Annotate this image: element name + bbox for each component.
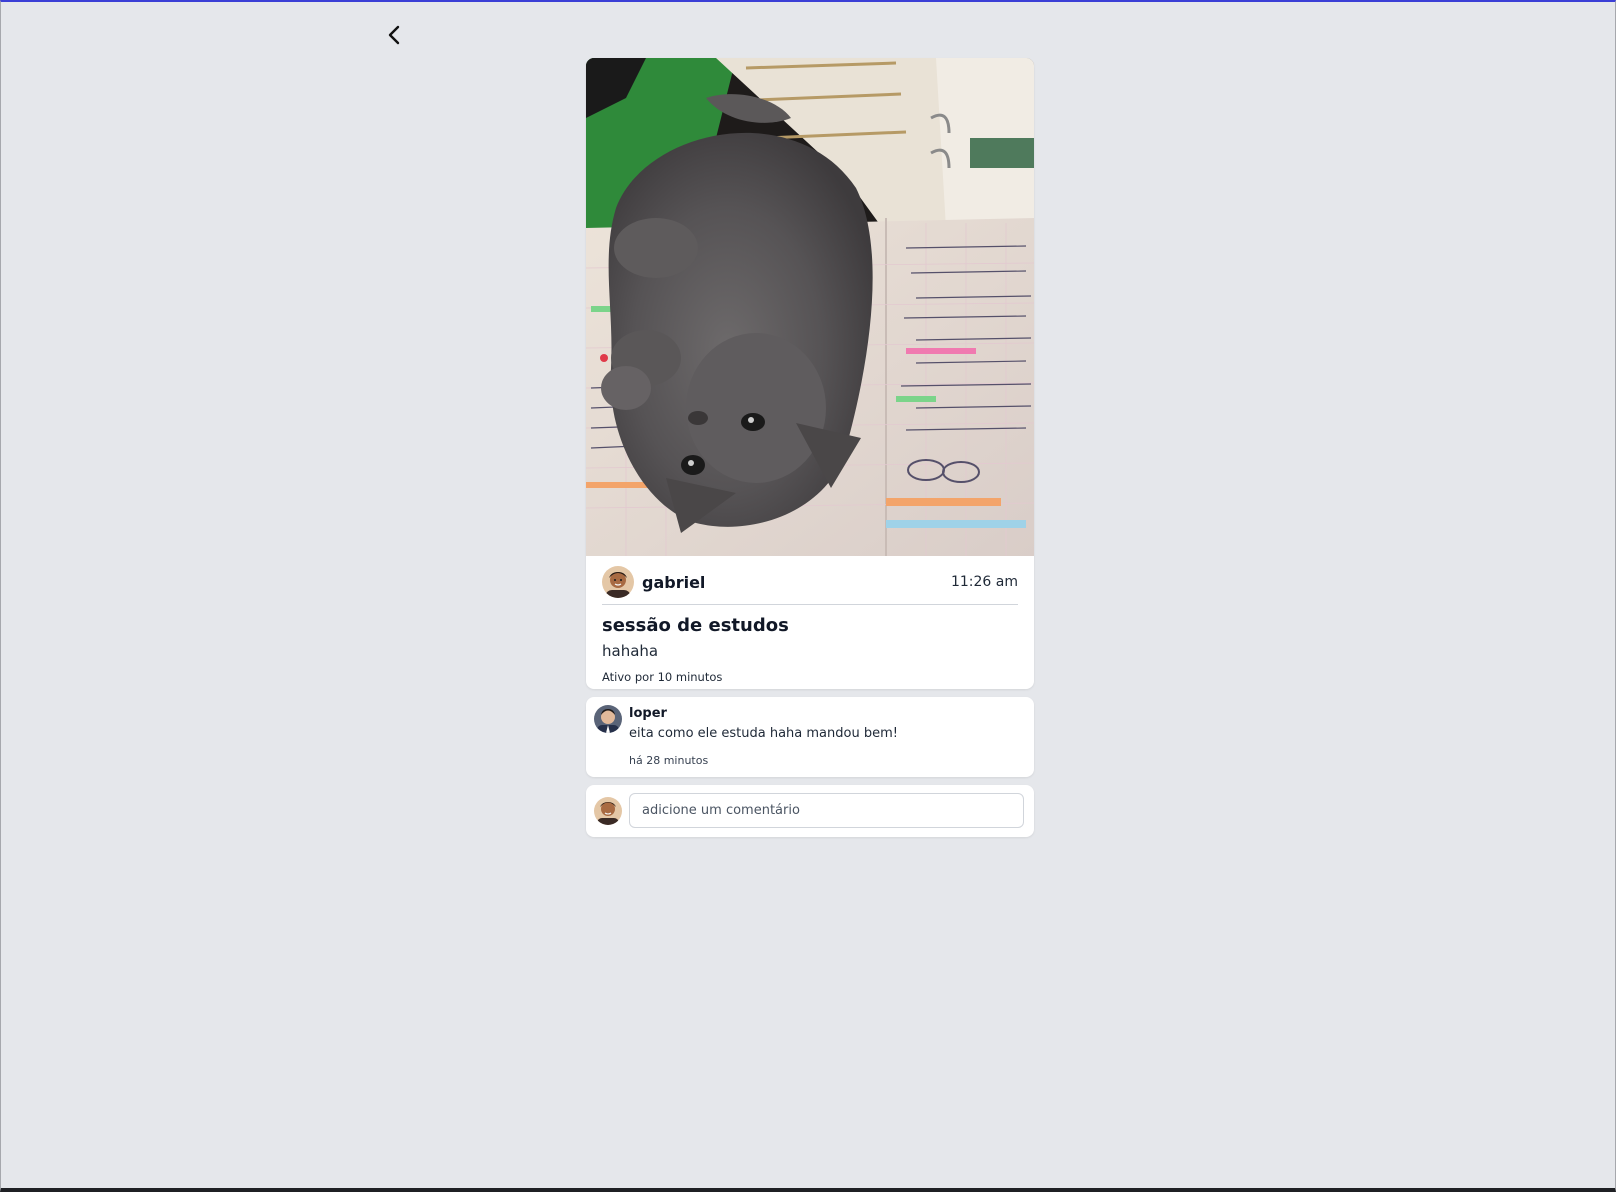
back-button[interactable] xyxy=(380,20,410,50)
comment-card: loper eita como ele estuda haha mandou b… xyxy=(586,697,1034,777)
comment-text: eita como ele estuda haha mandou bem! xyxy=(629,726,898,741)
chevron-left-icon xyxy=(388,25,400,45)
current-user-avatar xyxy=(594,797,622,825)
post-title: sessão de estudos xyxy=(602,615,789,636)
post-card: gabriel 11:26 am sessão de estudos hahah… xyxy=(586,58,1034,689)
author-name[interactable]: gabriel xyxy=(642,573,705,592)
post-author[interactable]: gabriel xyxy=(602,566,705,598)
author-avatar[interactable] xyxy=(602,566,634,598)
comment-input-card xyxy=(586,785,1034,837)
comment-author[interactable]: loper xyxy=(629,706,667,721)
post-header: gabriel 11:26 am xyxy=(602,564,1018,605)
commenter-avatar[interactable] xyxy=(594,705,622,733)
post-active-duration: Ativo por 10 minutos xyxy=(602,670,723,684)
comment-input[interactable] xyxy=(629,793,1024,828)
user-avatar-icon xyxy=(602,566,634,598)
post-time: 11:26 am xyxy=(950,574,1018,590)
comment-time: há 28 minutos xyxy=(629,754,709,767)
user-avatar-icon xyxy=(594,705,622,733)
post-photo xyxy=(586,58,1034,556)
post-description: hahaha xyxy=(602,642,659,660)
user-avatar-icon xyxy=(594,797,622,825)
